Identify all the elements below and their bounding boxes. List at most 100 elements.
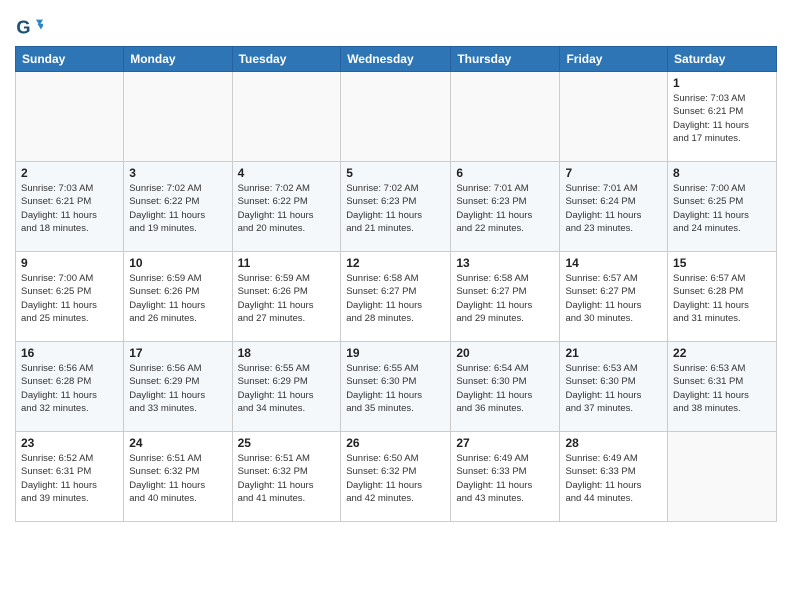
day-number: 15	[673, 256, 771, 270]
day-number: 6	[456, 166, 554, 180]
svg-text:G: G	[16, 18, 30, 38]
weekday-header: Saturday	[668, 47, 777, 72]
day-info: Sunrise: 7:01 AM Sunset: 6:24 PM Dayligh…	[565, 182, 662, 235]
day-info: Sunrise: 6:59 AM Sunset: 6:26 PM Dayligh…	[238, 272, 336, 325]
calendar-cell: 27 Sunrise: 6:49 AM Sunset: 6:33 PM Dayli…	[451, 432, 560, 522]
day-number: 7	[565, 166, 662, 180]
calendar-cell: 3 Sunrise: 7:02 AM Sunset: 6:22 PM Daylig…	[124, 162, 232, 252]
day-number: 23	[21, 436, 118, 450]
day-info: Sunrise: 6:58 AM Sunset: 6:27 PM Dayligh…	[346, 272, 445, 325]
day-number: 18	[238, 346, 336, 360]
calendar-week-row: 23 Sunrise: 6:52 AM Sunset: 6:31 PM Dayli…	[16, 432, 777, 522]
day-info: Sunrise: 7:03 AM Sunset: 6:21 PM Dayligh…	[21, 182, 118, 235]
calendar-week-row: 9Sunrise: 7:00 AM Sunset: 6:25 PM Daylig…	[16, 252, 777, 342]
calendar-cell	[668, 432, 777, 522]
calendar-cell: 22 Sunrise: 6:53 AM Sunset: 6:31 PM Dayli…	[668, 342, 777, 432]
day-info: Sunrise: 6:49 AM Sunset: 6:33 PM Dayligh…	[456, 452, 554, 505]
day-number: 21	[565, 346, 662, 360]
calendar-week-row: 16 Sunrise: 6:56 AM Sunset: 6:28 PM Dayli…	[16, 342, 777, 432]
calendar-cell: 24 Sunrise: 6:51 AM Sunset: 6:32 PM Dayli…	[124, 432, 232, 522]
calendar-cell: 11 Sunrise: 6:59 AM Sunset: 6:26 PM Dayli…	[232, 252, 341, 342]
day-number: 17	[129, 346, 226, 360]
day-number: 26	[346, 436, 445, 450]
day-info: Sunrise: 7:02 AM Sunset: 6:22 PM Dayligh…	[238, 182, 336, 235]
weekday-header: Tuesday	[232, 47, 341, 72]
weekday-header: Friday	[560, 47, 668, 72]
calendar-cell	[16, 72, 124, 162]
day-info: Sunrise: 6:56 AM Sunset: 6:29 PM Dayligh…	[129, 362, 226, 415]
logo: G	[15, 14, 45, 42]
page-container: G SundayMondayTuesdayWednesdayThursdayFr…	[0, 0, 792, 532]
calendar-cell: 6 Sunrise: 7:01 AM Sunset: 6:23 PM Daylig…	[451, 162, 560, 252]
day-number: 1	[673, 76, 771, 90]
weekday-header: Sunday	[16, 47, 124, 72]
calendar-cell: 1Sunrise: 7:03 AM Sunset: 6:21 PM Daylig…	[668, 72, 777, 162]
calendar-cell	[124, 72, 232, 162]
day-number: 10	[129, 256, 226, 270]
header: G	[15, 10, 777, 42]
calendar-cell: 7 Sunrise: 7:01 AM Sunset: 6:24 PM Daylig…	[560, 162, 668, 252]
day-info: Sunrise: 7:02 AM Sunset: 6:22 PM Dayligh…	[129, 182, 226, 235]
day-info: Sunrise: 6:58 AM Sunset: 6:27 PM Dayligh…	[456, 272, 554, 325]
day-info: Sunrise: 6:50 AM Sunset: 6:32 PM Dayligh…	[346, 452, 445, 505]
weekday-header: Monday	[124, 47, 232, 72]
calendar-cell: 2 Sunrise: 7:03 AM Sunset: 6:21 PM Daylig…	[16, 162, 124, 252]
calendar-cell: 26 Sunrise: 6:50 AM Sunset: 6:32 PM Dayli…	[341, 432, 451, 522]
day-info: Sunrise: 7:01 AM Sunset: 6:23 PM Dayligh…	[456, 182, 554, 235]
calendar-week-row: 1Sunrise: 7:03 AM Sunset: 6:21 PM Daylig…	[16, 72, 777, 162]
calendar-cell: 12 Sunrise: 6:58 AM Sunset: 6:27 PM Dayli…	[341, 252, 451, 342]
calendar-cell: 9Sunrise: 7:00 AM Sunset: 6:25 PM Daylig…	[16, 252, 124, 342]
calendar-cell: 17 Sunrise: 6:56 AM Sunset: 6:29 PM Dayli…	[124, 342, 232, 432]
calendar-cell: 14 Sunrise: 6:57 AM Sunset: 6:27 PM Dayli…	[560, 252, 668, 342]
calendar-cell: 20 Sunrise: 6:54 AM Sunset: 6:30 PM Dayli…	[451, 342, 560, 432]
day-number: 3	[129, 166, 226, 180]
day-number: 16	[21, 346, 118, 360]
calendar-cell	[560, 72, 668, 162]
day-info: Sunrise: 6:55 AM Sunset: 6:30 PM Dayligh…	[346, 362, 445, 415]
day-info: Sunrise: 6:51 AM Sunset: 6:32 PM Dayligh…	[129, 452, 226, 505]
day-info: Sunrise: 6:53 AM Sunset: 6:31 PM Dayligh…	[673, 362, 771, 415]
day-number: 4	[238, 166, 336, 180]
day-number: 25	[238, 436, 336, 450]
day-info: Sunrise: 6:54 AM Sunset: 6:30 PM Dayligh…	[456, 362, 554, 415]
day-info: Sunrise: 7:00 AM Sunset: 6:25 PM Dayligh…	[673, 182, 771, 235]
calendar-week-row: 2 Sunrise: 7:03 AM Sunset: 6:21 PM Daylig…	[16, 162, 777, 252]
calendar-cell: 4 Sunrise: 7:02 AM Sunset: 6:22 PM Daylig…	[232, 162, 341, 252]
logo-icon: G	[15, 14, 43, 42]
day-info: Sunrise: 6:49 AM Sunset: 6:33 PM Dayligh…	[565, 452, 662, 505]
calendar-cell: 23 Sunrise: 6:52 AM Sunset: 6:31 PM Dayli…	[16, 432, 124, 522]
calendar-cell: 10 Sunrise: 6:59 AM Sunset: 6:26 PM Dayli…	[124, 252, 232, 342]
day-number: 12	[346, 256, 445, 270]
calendar-cell: 5Sunrise: 7:02 AM Sunset: 6:23 PM Daylig…	[341, 162, 451, 252]
calendar-cell	[341, 72, 451, 162]
day-number: 13	[456, 256, 554, 270]
calendar-cell: 19Sunrise: 6:55 AM Sunset: 6:30 PM Dayli…	[341, 342, 451, 432]
day-number: 11	[238, 256, 336, 270]
day-number: 8	[673, 166, 771, 180]
day-number: 20	[456, 346, 554, 360]
calendar-cell: 8 Sunrise: 7:00 AM Sunset: 6:25 PM Daylig…	[668, 162, 777, 252]
day-number: 28	[565, 436, 662, 450]
day-number: 24	[129, 436, 226, 450]
calendar-cell: 21 Sunrise: 6:53 AM Sunset: 6:30 PM Dayli…	[560, 342, 668, 432]
day-number: 2	[21, 166, 118, 180]
calendar-cell	[451, 72, 560, 162]
calendar-cell: 15 Sunrise: 6:57 AM Sunset: 6:28 PM Dayli…	[668, 252, 777, 342]
calendar-cell	[232, 72, 341, 162]
day-info: Sunrise: 6:53 AM Sunset: 6:30 PM Dayligh…	[565, 362, 662, 415]
day-info: Sunrise: 6:59 AM Sunset: 6:26 PM Dayligh…	[129, 272, 226, 325]
calendar-cell: 13 Sunrise: 6:58 AM Sunset: 6:27 PM Dayli…	[451, 252, 560, 342]
day-info: Sunrise: 6:56 AM Sunset: 6:28 PM Dayligh…	[21, 362, 118, 415]
day-number: 14	[565, 256, 662, 270]
calendar-cell: 25 Sunrise: 6:51 AM Sunset: 6:32 PM Dayli…	[232, 432, 341, 522]
calendar-header-row: SundayMondayTuesdayWednesdayThursdayFrid…	[16, 47, 777, 72]
day-info: Sunrise: 6:52 AM Sunset: 6:31 PM Dayligh…	[21, 452, 118, 505]
calendar-cell: 18Sunrise: 6:55 AM Sunset: 6:29 PM Dayli…	[232, 342, 341, 432]
day-info: Sunrise: 6:57 AM Sunset: 6:28 PM Dayligh…	[673, 272, 771, 325]
day-number: 27	[456, 436, 554, 450]
day-info: Sunrise: 6:57 AM Sunset: 6:27 PM Dayligh…	[565, 272, 662, 325]
day-info: Sunrise: 6:51 AM Sunset: 6:32 PM Dayligh…	[238, 452, 336, 505]
calendar-table: SundayMondayTuesdayWednesdayThursdayFrid…	[15, 46, 777, 522]
day-info: Sunrise: 7:00 AM Sunset: 6:25 PM Dayligh…	[21, 272, 118, 325]
day-number: 22	[673, 346, 771, 360]
